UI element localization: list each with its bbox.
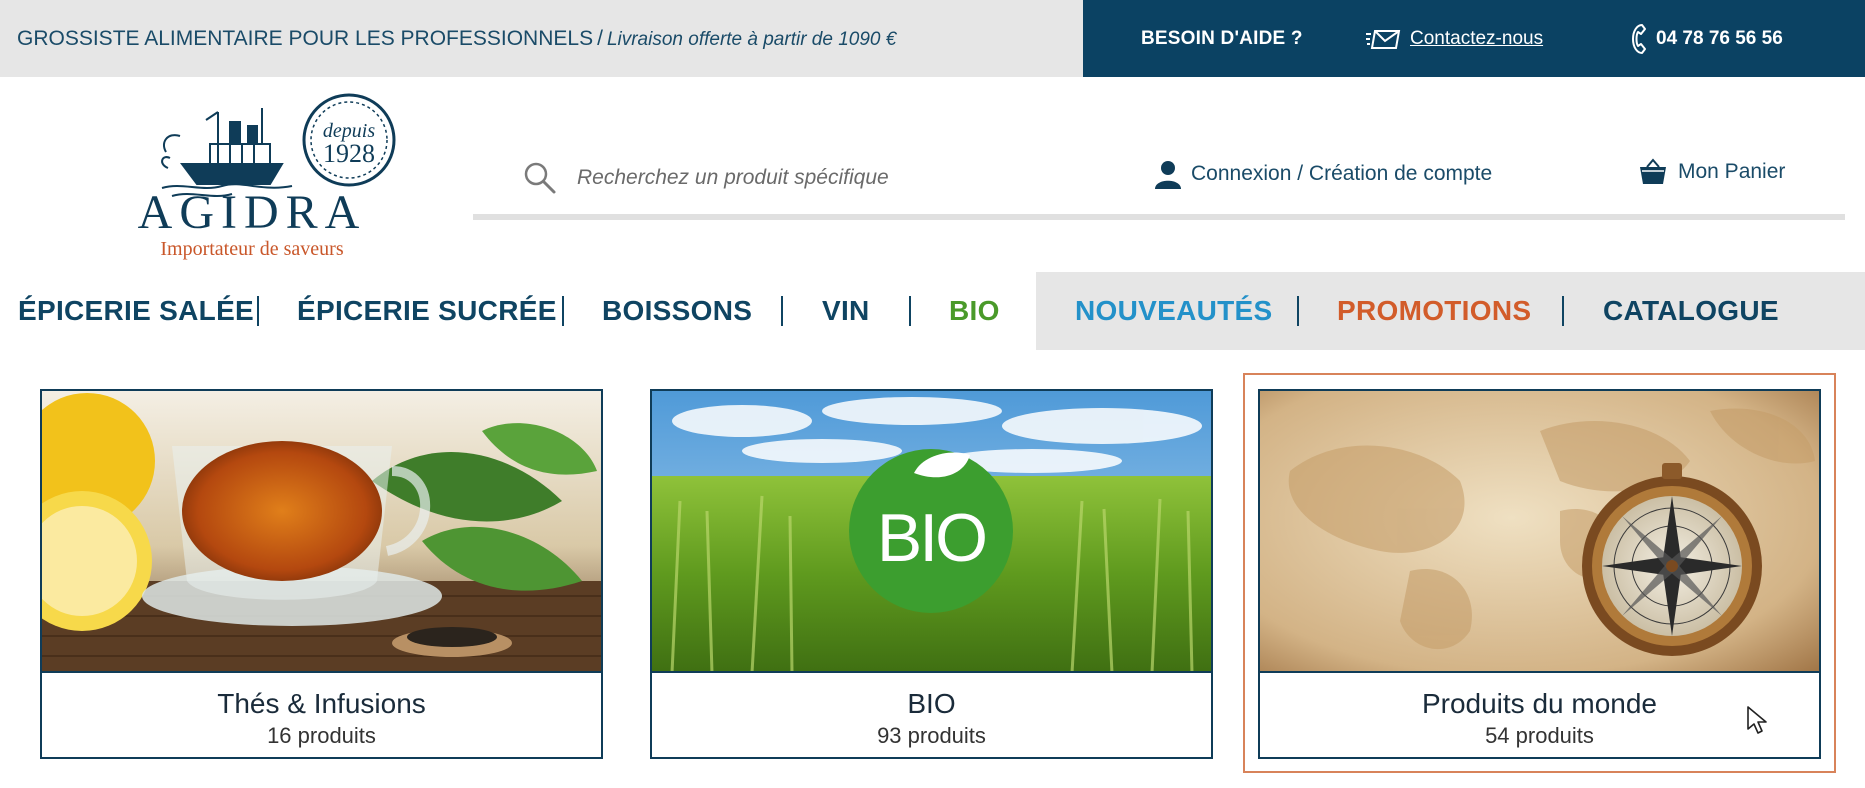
bio-badge-text: BIO [877,500,985,576]
wheat-field-image: BIO [652,391,1211,673]
nav-epicerie-salee[interactable]: ÉPICERIE SALÉE [18,272,254,350]
tagline-text: GROSSISTE ALIMENTAIRE POUR LES PROFESSIO… [17,26,594,50]
card-title: Thés & Infusions [217,688,426,719]
phone-number[interactable]: 04 78 76 56 56 [1628,23,1783,55]
category-card-monde[interactable]: Produits du monde 54 produits [1258,389,1821,759]
nav-divider [562,296,564,326]
card-title: Produits du monde [1421,688,1658,719]
top-bar-help: BESOIN D'AIDE ? Contactez-nous 04 78 76 … [1083,0,1865,77]
nav-epicerie-sucree[interactable]: ÉPICERIE SUCRÉE [297,272,557,350]
top-bar: GROSSISTE ALIMENTAIRE POUR LES PROFESSIO… [0,0,1865,77]
cart-label: Mon Panier [1678,160,1786,183]
help-label: BESOIN D'AIDE ? [1141,27,1303,49]
contact-link-text[interactable]: Contactez-nous [1410,28,1543,50]
category-card-thes[interactable]: Thés & Infusions 16 produits [40,389,603,759]
nav-divider [1297,296,1299,326]
top-bar-info: GROSSISTE ALIMENTAIRE POUR LES PROFESSIO… [0,0,1083,77]
phone-icon [1632,23,1646,54]
delivery-note: Livraison offerte à partir de 1090 € [606,28,897,50]
nav-bio[interactable]: BIO [949,272,1000,350]
user-icon [1155,161,1181,189]
card-count: 54 produits [1485,723,1594,748]
logo-name: AGIDRA [138,186,367,239]
nav-nouveautes[interactable]: NOUVEAUTÉS [1075,272,1272,350]
category-card-bio[interactable]: BIO BIO 93 produits [650,389,1213,759]
tea-image [42,391,601,673]
mouse-cursor-icon [1747,706,1767,734]
nav-divider [781,296,783,326]
nav-vin[interactable]: VIN [822,272,870,350]
contact-link[interactable]: Contactez-nous [1366,26,1543,52]
agidra-logo[interactable]: depuis 1928 AGIDRA Importateur de saveur… [102,92,402,262]
search-icon[interactable] [523,161,557,195]
world-map-image [1260,391,1819,673]
card-count: 16 produits [267,723,376,748]
phone-text: 04 78 76 56 56 [1656,27,1783,49]
nav-divider [909,296,911,326]
card-title: BIO [907,688,956,719]
search-input[interactable] [577,159,1077,197]
account-link[interactable]: Connexion / Création de compte [1153,159,1492,189]
card-count: 93 produits [877,723,986,748]
logo-graphic: depuis 1928 AGIDRA Importateur de saveur… [138,93,396,260]
cart-link[interactable]: Mon Panier [1638,157,1785,187]
main-nav: ÉPICERIE SALÉE ÉPICERIE SUCRÉE BOISSONS … [0,272,1865,350]
tagline: GROSSISTE ALIMENTAIRE POUR LES PROFESSIO… [17,27,896,51]
tagline-separator: / [597,26,603,50]
account-label: Connexion / Création de compte [1191,162,1493,185]
nav-promotions[interactable]: PROMOTIONS [1337,272,1531,350]
nav-catalogue[interactable]: CATALOGUE [1603,272,1779,350]
header-bar: Connexion / Création de compte Mon Panie… [473,145,1845,223]
header-row: Connexion / Création de compte Mon Panie… [473,145,1845,213]
header-divider [473,214,1845,220]
nav-divider [257,296,259,326]
nav-boissons[interactable]: BOISSONS [602,272,752,350]
logo-subtitle: Importateur de saveurs [160,238,343,260]
envelope-icon [1366,29,1401,49]
basket-icon [1640,158,1666,184]
badge-year: 1928 [323,139,375,168]
nav-divider [1562,296,1564,326]
